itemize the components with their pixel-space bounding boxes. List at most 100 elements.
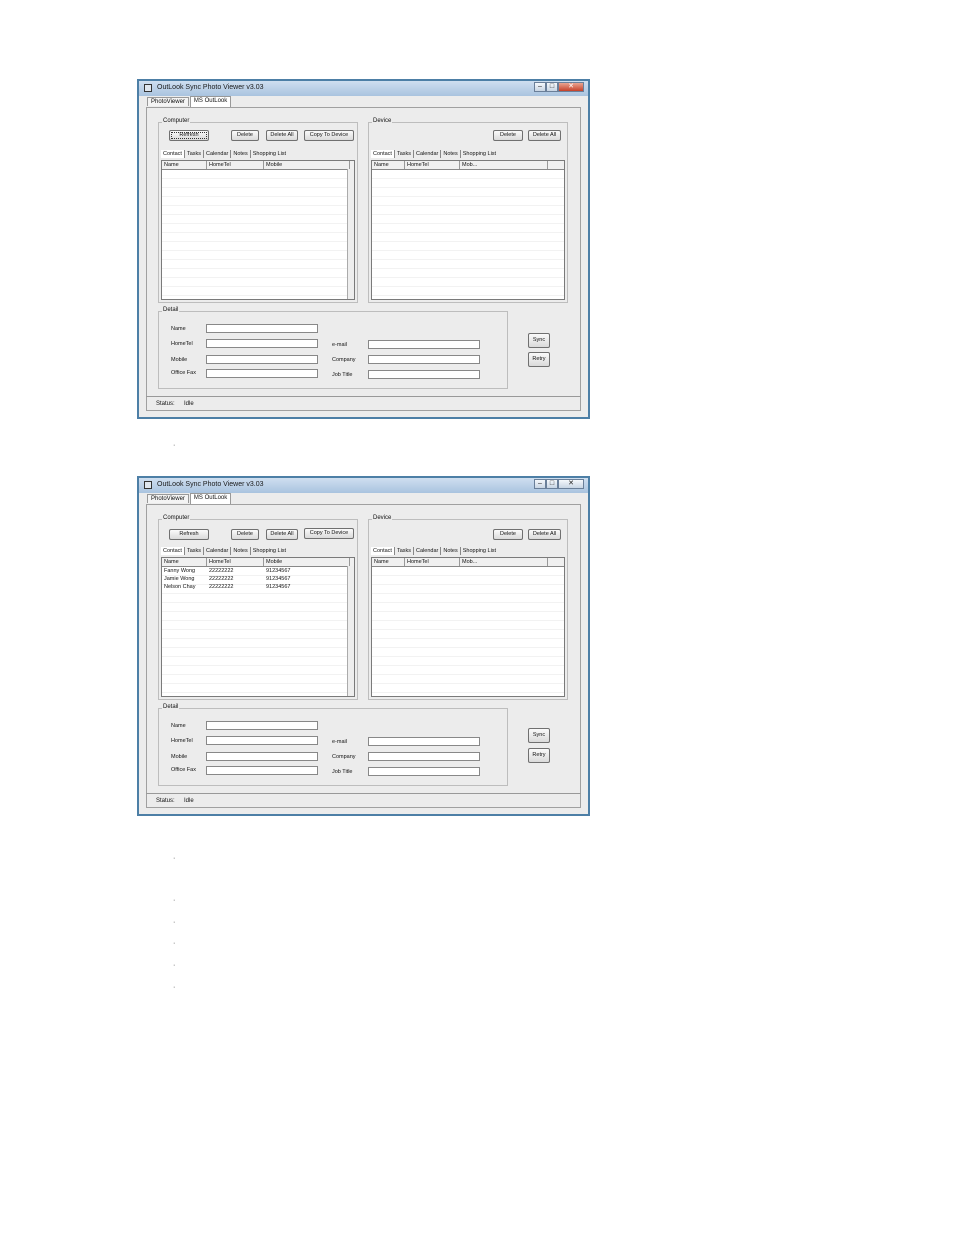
tab-ms-outlook[interactable]: MS OutLook [189, 96, 232, 107]
bullet-mark: · [173, 919, 176, 926]
minimize-button[interactable]: – [534, 479, 546, 489]
tab-photoviewer[interactable]: PhotoViewer [147, 494, 189, 503]
computer-tab-contact[interactable]: Contact [161, 547, 185, 555]
device-group-label: Device [372, 118, 393, 124]
app-window-1: OutLook Sync Photo Viewer v3.03 – □ ✕ Ph… [137, 79, 590, 419]
tab-photoviewer[interactable]: PhotoViewer [147, 97, 189, 106]
job-title-field[interactable] [368, 370, 480, 379]
job-title-field[interactable] [368, 767, 480, 776]
computer-tab-tasks[interactable]: Tasks [185, 547, 205, 555]
computer-tab-calendar[interactable]: Calendar [204, 547, 232, 555]
computer-list-scrollbar[interactable] [347, 566, 354, 696]
email-field[interactable] [368, 340, 480, 349]
close-button[interactable]: ✕ [558, 82, 584, 92]
name-field[interactable] [206, 721, 318, 730]
computer-group-label: Computer [162, 118, 191, 124]
column-name[interactable]: Name [162, 161, 207, 169]
mobile-field[interactable] [206, 355, 318, 364]
company-field[interactable] [368, 355, 480, 364]
computer-tab-contact[interactable]: Contact [161, 150, 185, 158]
device-tab-tasks[interactable]: Tasks [395, 547, 415, 555]
device-tab-contact[interactable]: Contact [371, 150, 395, 158]
hometel-field[interactable] [206, 339, 318, 348]
mobile-label: Mobile [171, 754, 188, 760]
table-row[interactable]: Jamie Wong 22222222 91234567 [162, 575, 354, 583]
device-delete-all-button[interactable]: Delete All [528, 529, 561, 540]
computer-list-scrollbar[interactable] [347, 169, 354, 299]
close-button[interactable]: ✕ [558, 479, 584, 489]
name-label: Name [171, 326, 186, 332]
sync-button[interactable]: Sync [528, 333, 550, 348]
device-tab-contact[interactable]: Contact [371, 547, 395, 555]
device-delete-button[interactable]: Delete [493, 130, 523, 141]
column-name[interactable]: Name [162, 558, 207, 566]
maximize-button[interactable]: □ [546, 479, 558, 489]
device-tab-notes[interactable]: Notes [441, 150, 461, 158]
device-contact-list[interactable]: Name HomeTel Mob... [371, 160, 565, 300]
window-title: OutLook Sync Photo Viewer v3.03 [157, 481, 264, 488]
column-mobile[interactable]: Mob... [460, 161, 548, 169]
computer-tab-notes[interactable]: Notes [231, 150, 251, 158]
device-tab-shopping-list[interactable]: Shopping List [461, 547, 498, 555]
computer-delete-button[interactable]: Delete [231, 529, 259, 540]
computer-group-label: Computer [162, 515, 191, 521]
computer-delete-all-button[interactable]: Delete All [266, 130, 298, 141]
mobile-field[interactable] [206, 752, 318, 761]
office-fax-field[interactable] [206, 766, 318, 775]
table-row[interactable]: Fanny Wong 22222222 91234567 [162, 567, 354, 575]
column-mobile[interactable]: Mobile [264, 558, 350, 566]
device-contact-list[interactable]: Name HomeTel Mob... [371, 557, 565, 697]
cell-name: Nelson Chay [164, 584, 196, 590]
hometel-field[interactable] [206, 736, 318, 745]
status-bar: Status: Idle [146, 793, 581, 808]
computer-tab-tasks[interactable]: Tasks [185, 150, 205, 158]
minimize-button[interactable]: – [534, 82, 546, 92]
detail-group-label: Detail [162, 704, 180, 710]
device-delete-button[interactable]: Delete [493, 529, 523, 540]
bullet-mark: · [173, 984, 176, 991]
computer-contact-list[interactable]: Name HomeTel Mobile Fanny Wong 22222222 … [161, 557, 355, 697]
computer-tab-shopping-list[interactable]: Shopping List [251, 150, 288, 158]
retry-button[interactable]: Retry [528, 748, 550, 763]
copy-to-device-button[interactable]: Copy To Device [304, 130, 354, 141]
device-tab-shopping-list[interactable]: Shopping List [461, 150, 498, 158]
maximize-button[interactable]: □ [546, 82, 558, 92]
office-fax-field[interactable] [206, 369, 318, 378]
computer-tab-shopping-list[interactable]: Shopping List [251, 547, 288, 555]
device-tab-tasks[interactable]: Tasks [395, 150, 415, 158]
column-hometel[interactable]: HomeTel [207, 161, 264, 169]
email-field[interactable] [368, 737, 480, 746]
computer-tab-calendar[interactable]: Calendar [204, 150, 232, 158]
column-hometel[interactable]: HomeTel [207, 558, 264, 566]
column-hometel[interactable]: HomeTel [405, 161, 460, 169]
column-name[interactable]: Name [372, 558, 405, 566]
column-name[interactable]: Name [372, 161, 405, 169]
name-field[interactable] [206, 324, 318, 333]
column-hometel[interactable]: HomeTel [405, 558, 460, 566]
refresh-button[interactable]: Refresh [169, 130, 209, 141]
company-field[interactable] [368, 752, 480, 761]
column-mobile[interactable]: Mob... [460, 558, 548, 566]
table-row[interactable]: Nelson Chay 22222222 91234567 [162, 583, 354, 591]
column-mobile[interactable]: Mobile [264, 161, 350, 169]
computer-contact-list[interactable]: Name HomeTel Mobile [161, 160, 355, 300]
computer-delete-button[interactable]: Delete [231, 130, 259, 141]
bullet-mark: · [173, 442, 176, 449]
copy-to-device-button[interactable]: Copy To Device [304, 528, 354, 539]
computer-delete-all-button[interactable]: Delete All [266, 529, 298, 540]
status-label: Status: [156, 798, 175, 804]
device-tab-notes[interactable]: Notes [441, 547, 461, 555]
refresh-button[interactable]: Refresh [169, 529, 209, 540]
tab-ms-outlook[interactable]: MS OutLook [189, 493, 232, 504]
name-label: Name [171, 723, 186, 729]
retry-button[interactable]: Retry [528, 352, 550, 367]
title-bar[interactable]: OutLook Sync Photo Viewer v3.03 – □ ✕ [139, 478, 588, 493]
title-bar[interactable]: OutLook Sync Photo Viewer v3.03 – □ ✕ [139, 81, 588, 96]
hometel-label: HomeTel [171, 738, 193, 744]
device-tab-calendar[interactable]: Calendar [414, 547, 442, 555]
sync-button[interactable]: Sync [528, 728, 550, 743]
cell-name: Jamie Wong [164, 576, 195, 582]
device-tab-calendar[interactable]: Calendar [414, 150, 442, 158]
computer-tab-notes[interactable]: Notes [231, 547, 251, 555]
device-delete-all-button[interactable]: Delete All [528, 130, 561, 141]
